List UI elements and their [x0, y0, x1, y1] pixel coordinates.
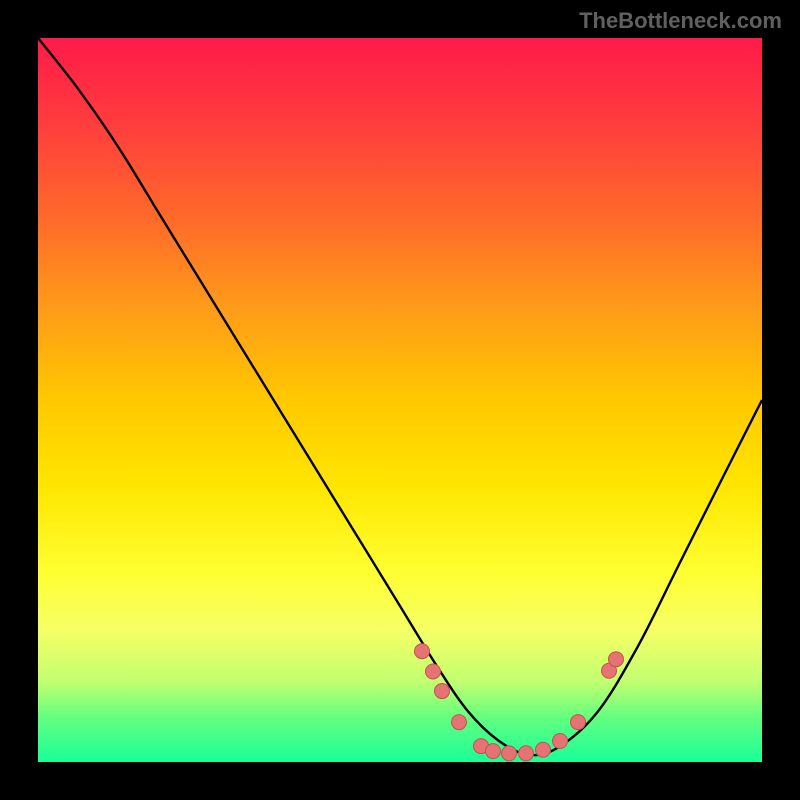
- watermark-text: TheBottleneck.com: [579, 8, 782, 34]
- curve-marker: [609, 652, 624, 667]
- curve-marker: [536, 742, 551, 757]
- curve-marker: [519, 746, 534, 761]
- curve-marker: [415, 644, 430, 659]
- bottleneck-curve: [38, 38, 762, 755]
- curve-marker: [553, 734, 568, 749]
- curve-marker: [486, 744, 501, 759]
- curve-marker: [426, 664, 441, 679]
- chart-svg: [38, 38, 762, 762]
- curve-markers: [415, 644, 624, 761]
- curve-marker: [571, 715, 586, 730]
- chart-container: TheBottleneck.com: [0, 0, 800, 800]
- curve-marker: [435, 684, 450, 699]
- curve-marker: [502, 746, 517, 761]
- curve-marker: [452, 715, 467, 730]
